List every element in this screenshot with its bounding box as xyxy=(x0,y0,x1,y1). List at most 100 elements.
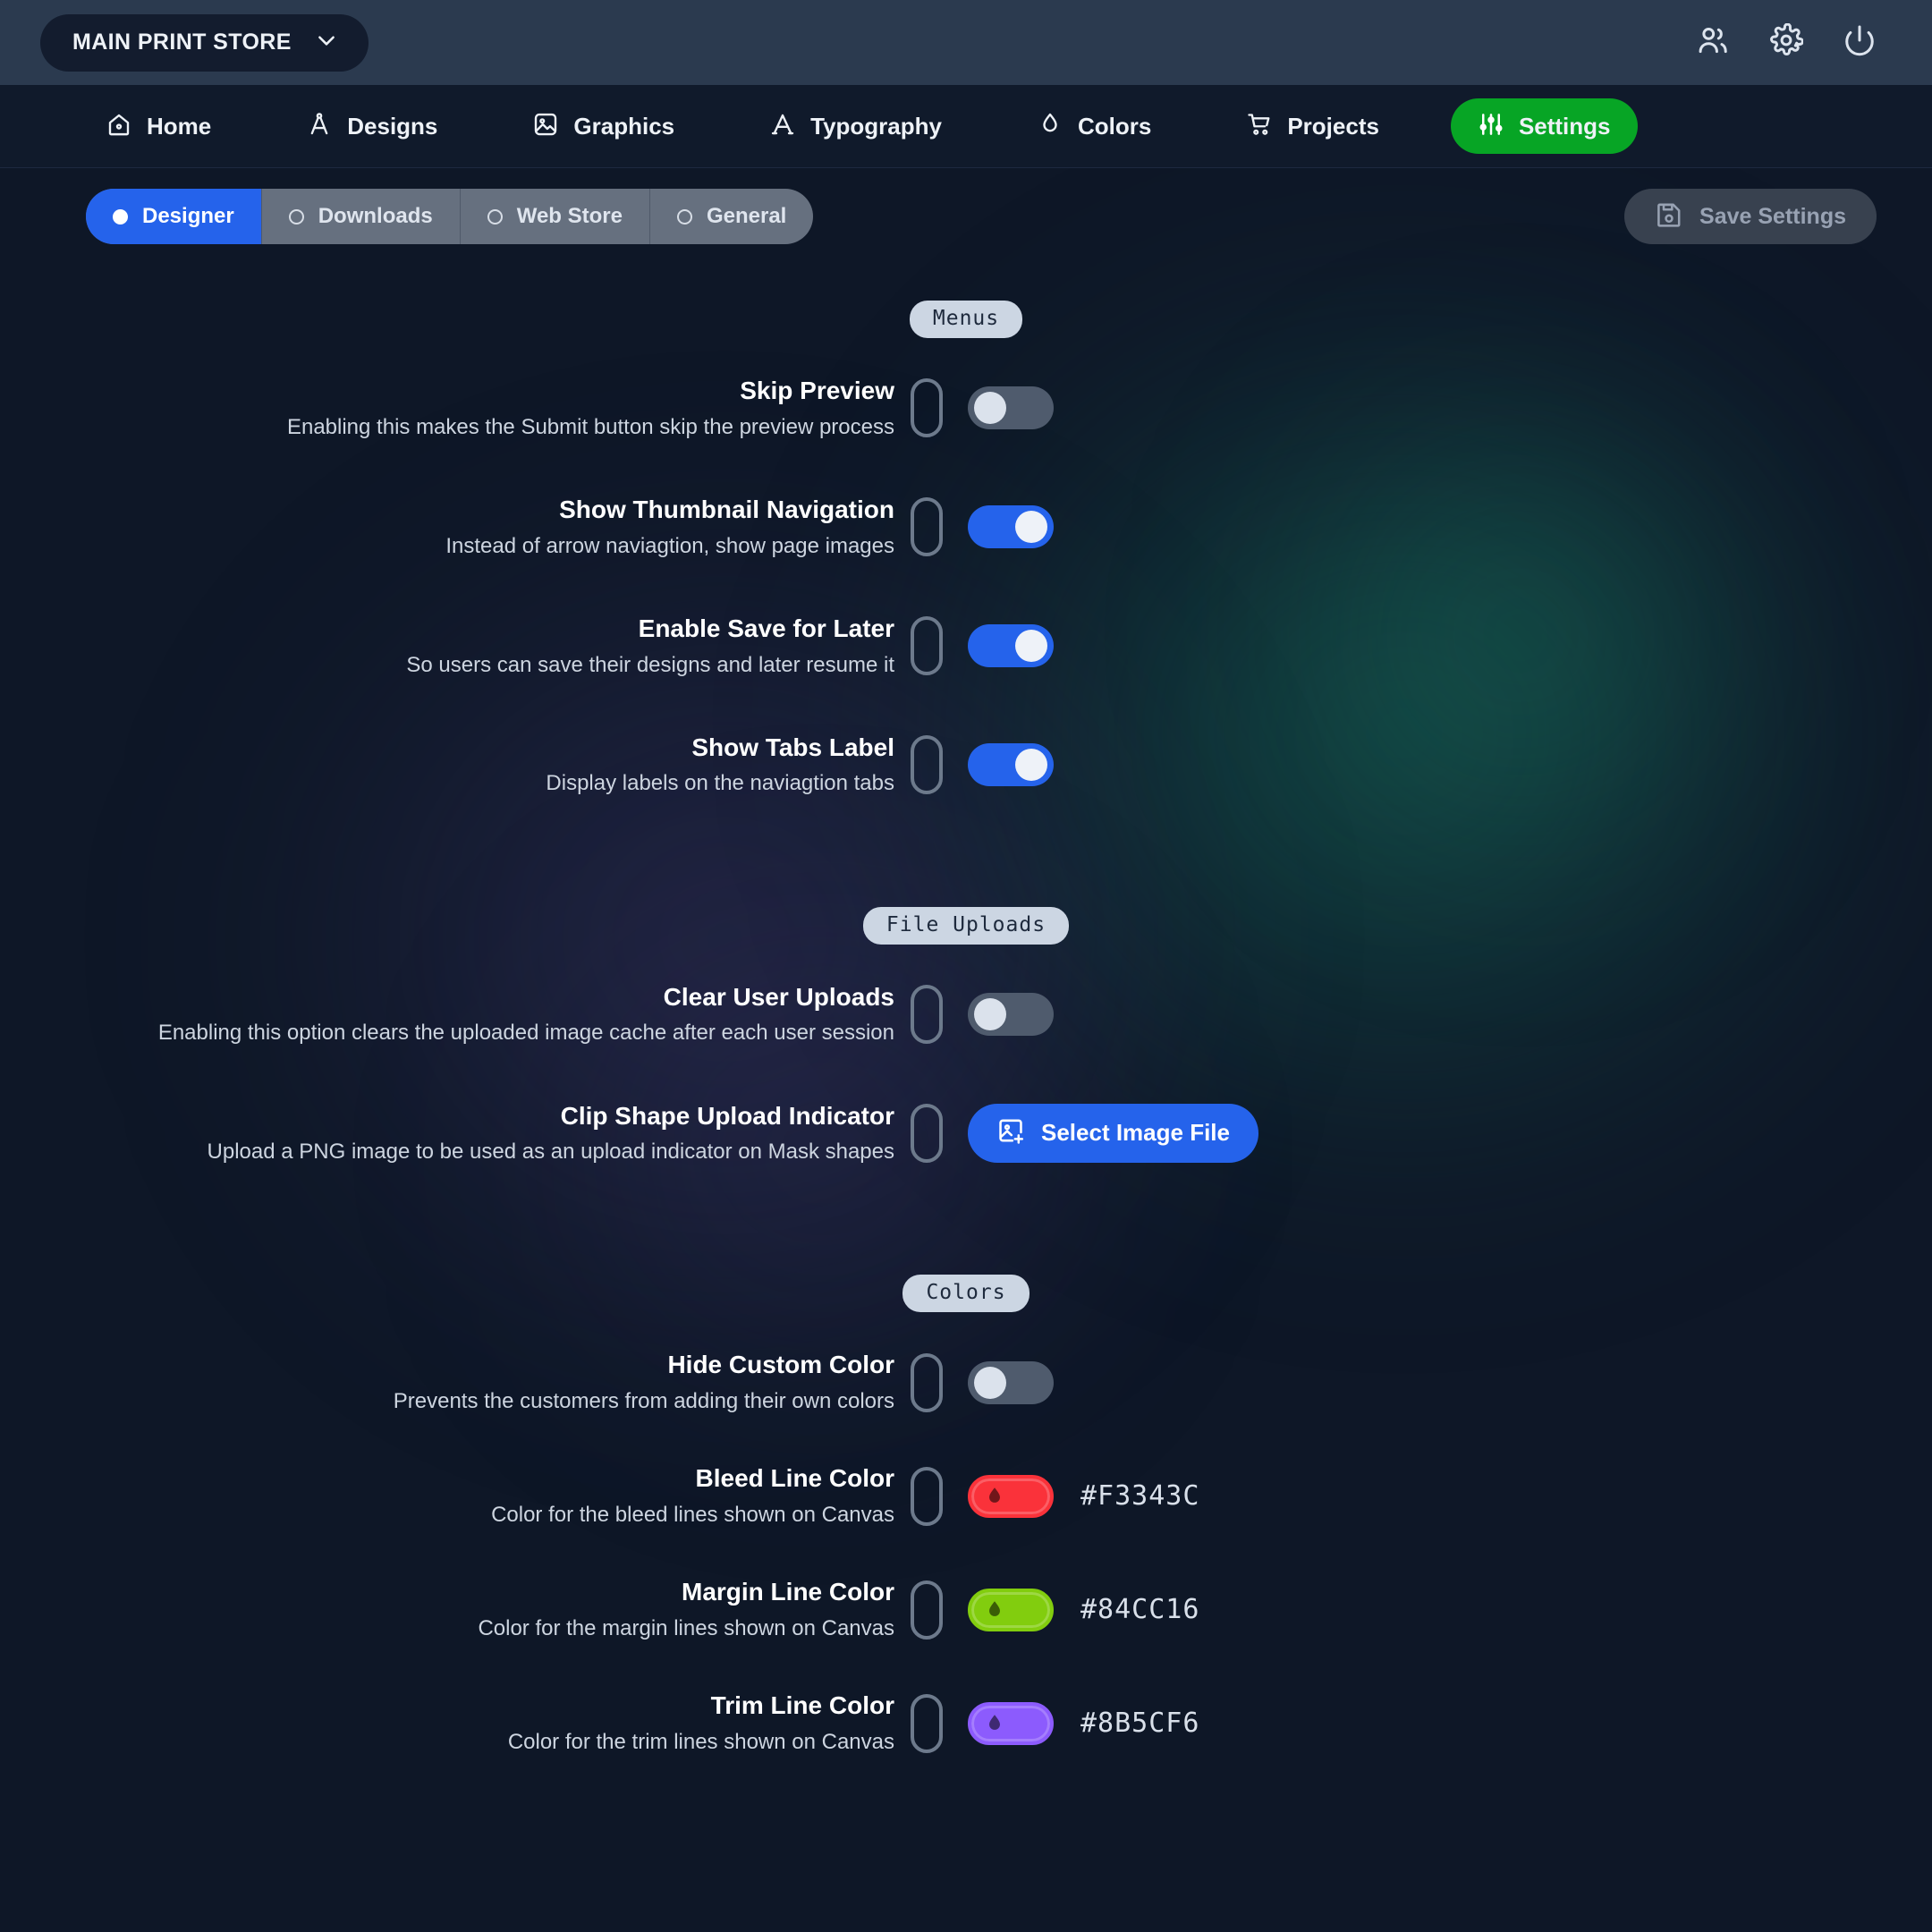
drag-handle-icon[interactable] xyxy=(911,616,943,676)
color-hex-bleed: #F3343C xyxy=(1080,1480,1200,1513)
setting-control: #8B5CF6 xyxy=(968,1701,1199,1745)
toggle-clear-user-uploads[interactable] xyxy=(968,993,1054,1037)
nav-label-settings: Settings xyxy=(1518,112,1611,140)
main-navigation: Home Designs Graphics Typography Colors xyxy=(0,85,1932,168)
drag-handle-icon[interactable] xyxy=(911,497,943,557)
select-image-file-button[interactable]: Select Image File xyxy=(968,1103,1258,1163)
sliders-icon xyxy=(1478,111,1504,142)
section-colors: Colors Hide Custom Color Prevents the cu… xyxy=(0,1275,1932,1756)
compass-icon xyxy=(306,111,333,142)
setting-control: Select Image File xyxy=(968,1103,1258,1163)
setting-texts: Trim Line Color Color for the trim lines… xyxy=(0,1690,911,1756)
setting-title: Margin Line Color xyxy=(682,1578,894,1606)
color-swatch-bleed[interactable] xyxy=(968,1474,1054,1518)
tab-web-store[interactable]: Web Store xyxy=(461,189,650,244)
setting-texts: Clear User Uploads Enabling this option … xyxy=(0,982,911,1047)
tab-designer[interactable]: Designer xyxy=(86,189,262,244)
toggle-hide-custom-color[interactable] xyxy=(968,1360,1054,1404)
radio-icon-web-store xyxy=(487,208,503,225)
nav-item-settings[interactable]: Settings xyxy=(1450,98,1638,154)
settings-tab-row: Designer Downloads Web Store General Sav… xyxy=(0,168,1932,265)
users-icon[interactable] xyxy=(1696,23,1730,62)
setting-texts: Margin Line Color Color for the margin l… xyxy=(0,1577,911,1642)
setting-title: Skip Preview xyxy=(740,377,894,404)
setting-title: Clear User Uploads xyxy=(663,982,894,1011)
save-disk-icon xyxy=(1655,200,1683,233)
toggle-knob xyxy=(974,1366,1006,1399)
drag-handle-icon[interactable] xyxy=(911,1352,943,1412)
image-icon xyxy=(532,111,559,142)
nav-item-graphics[interactable]: Graphics xyxy=(509,98,698,154)
drag-handle-icon[interactable] xyxy=(911,1103,943,1163)
setting-title: Show Thumbnail Navigation xyxy=(559,495,894,523)
setting-row-show-thumbnail-navigation: Show Thumbnail Navigation Instead of arr… xyxy=(0,495,1932,560)
setting-description: So users can save their designs and late… xyxy=(406,652,894,677)
store-selector[interactable]: MAIN PRINT STORE xyxy=(40,13,369,72)
setting-control xyxy=(968,993,1054,1037)
setting-title: Hide Custom Color xyxy=(667,1351,894,1379)
chevron-down-icon xyxy=(315,29,338,56)
gear-icon[interactable] xyxy=(1769,22,1804,62)
toggle-enable-save-for-later[interactable] xyxy=(968,624,1054,668)
setting-control xyxy=(968,386,1054,430)
section-file-uploads: File Uploads Clear User Uploads Enabling… xyxy=(0,906,1932,1166)
radio-icon-downloads xyxy=(288,208,304,225)
setting-row-enable-save-for-later: Enable Save for Later So users can save … xyxy=(0,614,1932,679)
drag-handle-icon[interactable] xyxy=(911,985,943,1045)
setting-texts: Show Tabs Label Display labels on the na… xyxy=(0,733,911,798)
setting-description: Upload a PNG image to be used as an uplo… xyxy=(207,1140,894,1165)
tab-label-downloads: Downloads xyxy=(318,204,433,228)
toggle-show-thumbnail-navigation[interactable] xyxy=(968,505,1054,549)
nav-item-home[interactable]: Home xyxy=(82,98,234,154)
toggle-skip-preview[interactable] xyxy=(968,386,1054,430)
nav-item-typography[interactable]: Typography xyxy=(746,98,965,154)
setting-texts: Clip Shape Upload Indicator Upload a PNG… xyxy=(0,1101,911,1166)
drag-handle-icon[interactable] xyxy=(911,735,943,795)
topbar-icon-group xyxy=(1696,22,1877,62)
setting-description: Display labels on the naviagtion tabs xyxy=(546,771,894,796)
setting-row-bleed-line-color: Bleed Line Color Color for the bleed lin… xyxy=(0,1463,1932,1529)
setting-row-show-tabs-label: Show Tabs Label Display labels on the na… xyxy=(0,733,1932,798)
drag-handle-icon[interactable] xyxy=(911,1466,943,1526)
setting-control: #F3343C xyxy=(968,1474,1200,1518)
color-swatch-margin[interactable] xyxy=(968,1588,1054,1631)
nav-item-projects[interactable]: Projects xyxy=(1223,98,1402,154)
nav-item-designs[interactable]: Designs xyxy=(283,98,461,154)
home-icon xyxy=(106,111,132,142)
tab-label-general: General xyxy=(706,204,787,228)
color-swatch-trim[interactable] xyxy=(968,1701,1054,1745)
setting-description: Color for the trim lines shown on Canvas xyxy=(507,1729,894,1754)
store-name: MAIN PRINT STORE xyxy=(72,30,292,55)
drag-handle-icon[interactable] xyxy=(911,378,943,438)
nav-item-colors[interactable]: Colors xyxy=(1013,98,1174,154)
drag-handle-icon[interactable] xyxy=(911,1580,943,1640)
nav-label-designs: Designs xyxy=(347,112,438,140)
setting-texts: Skip Preview Enabling this makes the Sub… xyxy=(0,376,911,441)
nav-label-projects: Projects xyxy=(1287,112,1379,140)
setting-description: Prevents the customers from adding their… xyxy=(393,1389,894,1414)
drag-handle-icon[interactable] xyxy=(911,1693,943,1753)
tab-downloads[interactable]: Downloads xyxy=(262,189,461,244)
setting-row-skip-preview: Skip Preview Enabling this makes the Sub… xyxy=(0,376,1932,441)
section-badge-file-uploads: File Uploads xyxy=(862,906,1070,945)
save-settings-label: Save Settings xyxy=(1699,203,1846,229)
nav-label-home: Home xyxy=(147,112,212,140)
setting-title: Clip Shape Upload Indicator xyxy=(560,1101,894,1130)
setting-description: Color for the bleed lines shown on Canva… xyxy=(491,1503,894,1528)
section-badge-menus: Menus xyxy=(909,301,1023,338)
section-badge-wrap-file-uploads: File Uploads xyxy=(0,906,1932,945)
power-icon[interactable] xyxy=(1843,23,1877,62)
tab-label-web-store: Web Store xyxy=(516,204,623,228)
section-badge-wrap-menus: Menus xyxy=(0,301,1932,338)
tab-general[interactable]: General xyxy=(650,189,813,244)
droplet-icon xyxy=(1037,111,1063,142)
settings-tab-group: Designer Downloads Web Store General xyxy=(86,189,814,244)
save-settings-button[interactable]: Save Settings xyxy=(1624,189,1877,244)
cart-icon xyxy=(1246,111,1273,142)
droplet-icon xyxy=(989,1714,1000,1730)
setting-row-clip-shape-upload-indicator: Clip Shape Upload Indicator Upload a PNG… xyxy=(0,1101,1932,1166)
select-image-file-label: Select Image File xyxy=(1041,1119,1230,1147)
toggle-show-tabs-label[interactable] xyxy=(968,743,1054,787)
setting-row-margin-line-color: Margin Line Color Color for the margin l… xyxy=(0,1577,1932,1642)
setting-control xyxy=(968,624,1054,668)
